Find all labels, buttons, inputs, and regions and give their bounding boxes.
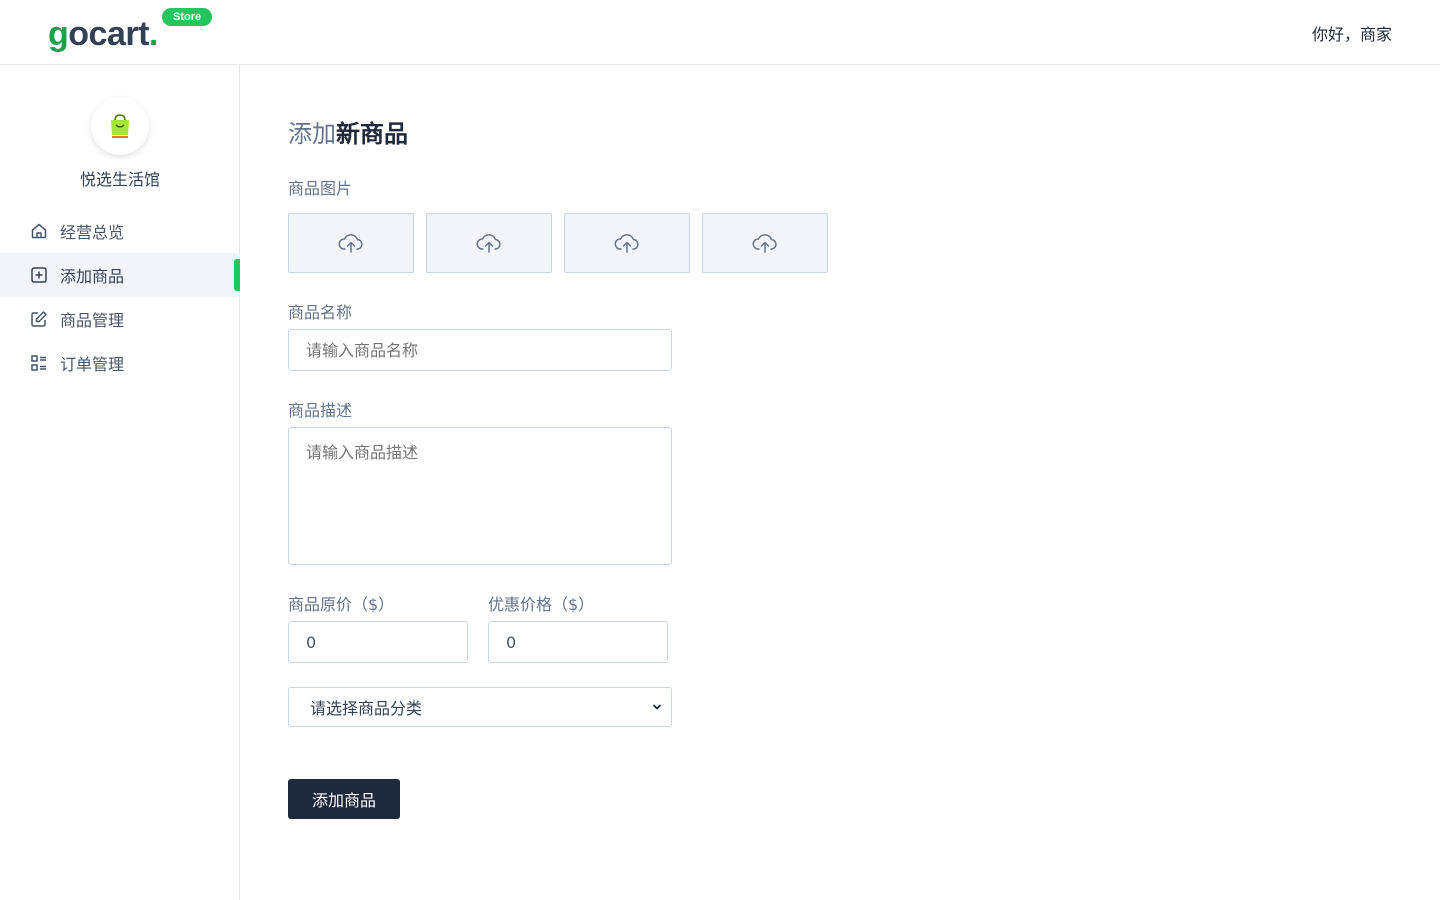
- gocart-logo[interactable]: gocart. Store: [48, 8, 213, 56]
- image-upload-slot[interactable]: [426, 213, 552, 273]
- sidebar-item-label: 订单管理: [60, 355, 125, 374]
- cloud-upload-icon: [752, 234, 777, 253]
- greeting-text: 你好，商家: [1311, 25, 1392, 44]
- sale-price-input[interactable]: [488, 621, 668, 663]
- product-name-input[interactable]: [288, 329, 672, 371]
- category-select[interactable]: 请选择商品分类: [288, 687, 672, 727]
- sidebar-item-overview[interactable]: 经营总览: [0, 209, 240, 253]
- sidebar-item-label: 添加商品: [60, 267, 125, 286]
- image-upload-row: [288, 213, 828, 273]
- sale-price-label: 优惠价格（$）: [488, 595, 595, 614]
- home-icon: [30, 222, 48, 240]
- chevron-down-icon: [653, 704, 661, 710]
- edit-icon: [30, 310, 48, 328]
- image-upload-slot[interactable]: [702, 213, 828, 273]
- sidebar-item-manage-products[interactable]: 商品管理: [0, 297, 240, 341]
- list-icon: [30, 354, 48, 372]
- category-selected-value: 请选择商品分类: [310, 699, 423, 718]
- sidebar-item-label: 商品管理: [60, 311, 125, 330]
- images-label: 商品图片: [288, 179, 353, 198]
- price-label: 商品原价（$）: [288, 595, 395, 614]
- sidebar: 悦选生活馆 经营总览 添加商品 商品管理 订单管理: [0, 65, 240, 900]
- sidebar-item-orders[interactable]: 订单管理: [0, 341, 240, 385]
- sidebar-nav: 经营总览 添加商品 商品管理 订单管理: [0, 209, 240, 385]
- active-indicator: [234, 259, 240, 291]
- name-label: 商品名称: [288, 303, 353, 322]
- add-product-button[interactable]: 添加商品: [288, 779, 400, 819]
- cloud-upload-icon: [614, 234, 639, 253]
- page-title: 添加新商品: [288, 120, 408, 148]
- square-plus-icon: [30, 266, 48, 284]
- product-description-input[interactable]: [288, 427, 672, 565]
- description-label: 商品描述: [288, 401, 353, 420]
- shopping-bag-icon: [111, 114, 129, 138]
- store-badge: Store: [162, 8, 213, 26]
- sidebar-item-add-product[interactable]: 添加商品: [0, 253, 240, 297]
- store-avatar: [91, 97, 149, 155]
- image-upload-slot[interactable]: [288, 213, 414, 273]
- cloud-upload-icon: [476, 234, 501, 253]
- logo-text: gocart.: [48, 15, 158, 53]
- top-header: gocart. Store 你好，商家: [0, 0, 1440, 65]
- image-upload-slot[interactable]: [564, 213, 690, 273]
- cloud-upload-icon: [338, 234, 363, 253]
- price-input[interactable]: [288, 621, 468, 663]
- sidebar-item-label: 经营总览: [60, 223, 125, 242]
- store-name: 悦选生活馆: [79, 170, 160, 189]
